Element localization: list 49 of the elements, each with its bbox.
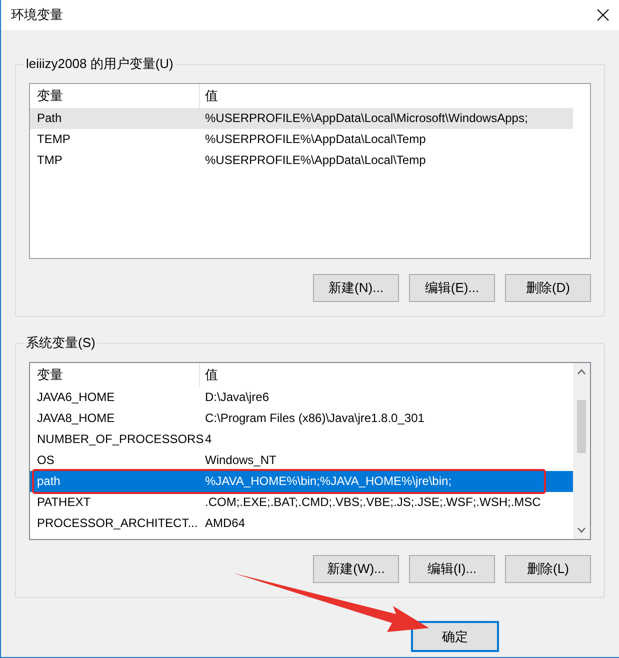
window-title: 环境变量 — [11, 6, 63, 24]
dialog-button[interactable]: 删除(D) — [505, 274, 591, 302]
list-row[interactable]: PROCESSOR_ARCHITECT... AMD64 — [30, 513, 573, 534]
dialog-button[interactable]: 删除(L) — [505, 555, 591, 583]
dialog-button[interactable]: 新建(W)... — [313, 555, 399, 583]
variable-value: D:\Java\jre6 — [204, 389, 270, 406]
group-title: 系统变量(S) — [24, 335, 98, 351]
column-header[interactable]: 值 — [200, 84, 573, 108]
list-row[interactable]: JAVA8_HOME C:\Program Files (x86)\Java\jre1.8.0_301 — [30, 408, 573, 429]
scrollbar[interactable] — [573, 363, 590, 539]
list-row[interactable]: NUMBER_OF_PROCESSORS4 — [30, 429, 573, 450]
variable-name: PATHEXT — [36, 494, 92, 511]
variable-name: JAVA6_HOME — [36, 389, 116, 406]
variable-list[interactable] — [29, 362, 591, 540]
list-row[interactable]: JAVA6_HOME D:\Java\jre6 — [30, 387, 573, 408]
ok-button[interactable]: 确定 — [411, 621, 499, 652]
column-header[interactable]: 变量 — [30, 363, 200, 387]
dialog-button[interactable]: 编辑(I)... — [409, 555, 495, 583]
list-row[interactable]: OS Windows_NT — [30, 450, 573, 471]
variable-name: Path — [36, 110, 63, 127]
variable-value: %JAVA_HOME%\bin;%JAVA_HOME%\jre\bin; — [204, 473, 453, 490]
variable-name: OS — [36, 452, 56, 469]
dialog-button[interactable]: 新建(N)... — [313, 274, 399, 302]
variable-list[interactable]: 变量 值 Path %USERPROFILE%\AppData\Local\Microsoft\WindowsApps; TEMP %USERPROFILE%\AppData\Local\Temp TMP %USERPROFILE%\AppData\Local\Temp — [29, 83, 591, 259]
scroll-down-icon[interactable] — [577, 527, 586, 533]
list-row[interactable]: PATHEXT .COM;.EXE;.BAT;.CMD;.VBS;.VBE;.JS;.JSE;.WSF;.WSH;.MSC — [30, 492, 573, 513]
variable-name: PROCESSOR_ARCHITECT... — [36, 515, 199, 532]
variable-value: 4 — [204, 431, 213, 448]
variable-value: Windows_NT — [204, 452, 278, 469]
variable-name: TEMP — [36, 131, 72, 148]
close-icon[interactable] — [597, 9, 609, 21]
list-row[interactable]: Path %USERPROFILE%\AppData\Local\Microsoft\WindowsApps; — [30, 108, 573, 129]
variable-value: %USERPROFILE%\AppData\Local\Temp — [204, 131, 427, 148]
variable-value: %USERPROFILE%\AppData\Local\Microsoft\WindowsApps; — [204, 110, 529, 127]
variable-value: %USERPROFILE%\AppData\Local\Temp — [204, 152, 427, 169]
list-row[interactable]: TEMP %USERPROFILE%\AppData\Local\Temp — [30, 129, 573, 150]
scroll-up-icon[interactable] — [577, 369, 586, 375]
variable-name: TMP — [36, 152, 64, 169]
group-title: leiiizy2008 的用户变量(U) — [24, 56, 176, 72]
dialog-button[interactable]: 编辑(E)... — [409, 274, 495, 302]
scroll-thumb[interactable] — [577, 400, 586, 453]
list-row[interactable]: path %JAVA_HOME%\bin;%JAVA_HOME%\jre\bin; — [30, 471, 573, 492]
column-header[interactable]: 值 — [200, 363, 573, 387]
variable-name: path — [36, 473, 62, 490]
variable-name: JAVA8_HOME — [36, 410, 116, 427]
variable-value: C:\Program Files (x86)\Java\jre1.8.0_301 — [204, 410, 426, 427]
variable-value: AMD64 — [204, 515, 246, 532]
list-row[interactable]: TMP %USERPROFILE%\AppData\Local\Temp — [30, 150, 573, 171]
variable-value: .COM;.EXE;.BAT;.CMD;.VBS;.VBE;.JS;.JSE;.WSF;.WSH;.MSC — [204, 494, 542, 511]
